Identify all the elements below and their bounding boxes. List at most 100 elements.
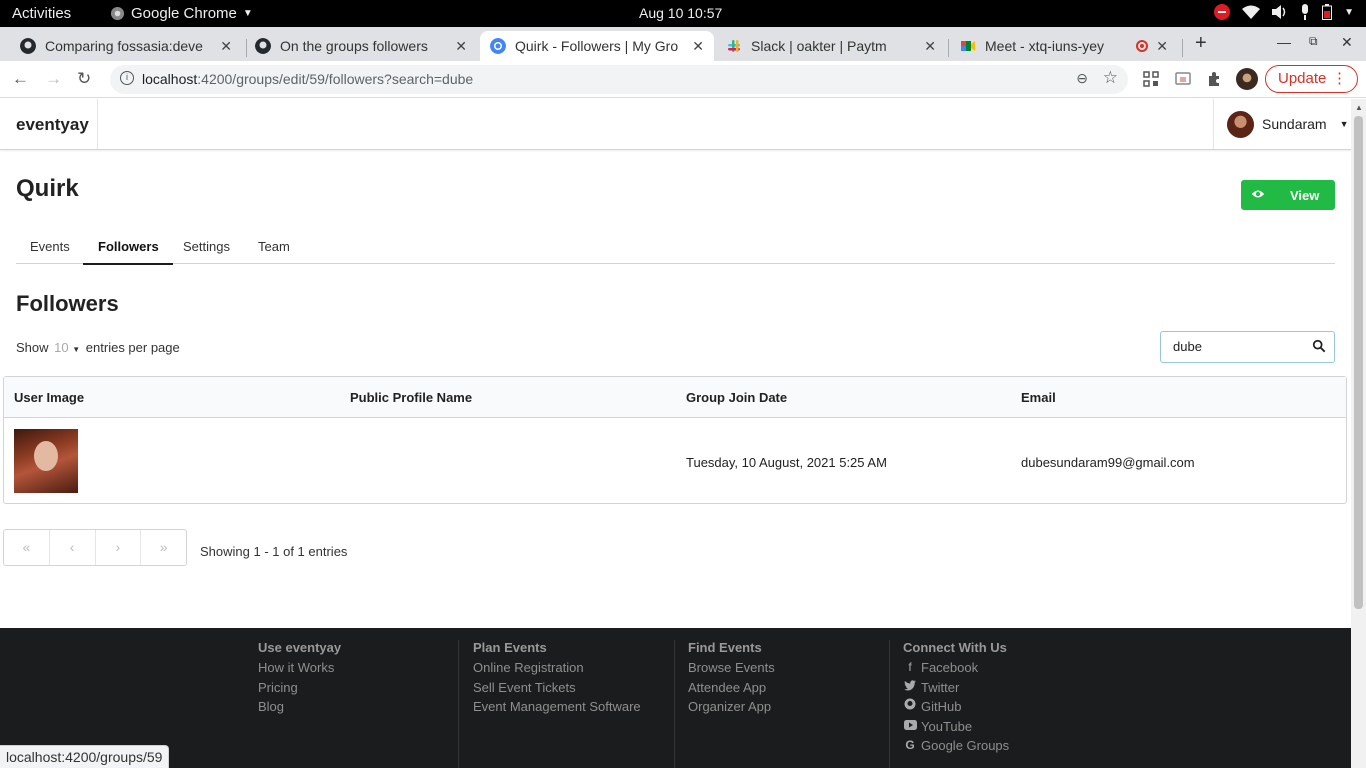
footer-link-youtube[interactable]: YouTube [903,717,1009,737]
app-menu[interactable]: Google Chrome ▼ [110,5,253,22]
tab-settings[interactable]: Settings [183,239,230,254]
email: dubesundaram99@gmail.com [1021,455,1195,470]
update-button[interactable]: Update ⋮ [1265,65,1358,93]
footer-link[interactable]: How it Works [258,658,341,678]
search-icon[interactable] [1312,339,1326,353]
github-icon [20,38,36,54]
browser-tab[interactable]: Comparing fossasia:deve ✕ [10,31,242,61]
page-scrollbar[interactable]: ▲ [1351,99,1366,768]
user-menu[interactable]: Sundaram ▼ [1213,99,1351,149]
page-viewport: eventyay Sundaram ▼ Quirk View Events Fo… [0,99,1351,768]
footer-heading: Connect With Us [903,640,1007,655]
close-tab-icon[interactable]: ✕ [220,38,232,55]
extensions-puzzle-icon[interactable] [1207,71,1223,87]
last-page-button[interactable]: » [141,530,186,565]
minimize-window-icon[interactable]: — [1277,34,1291,50]
tab-events[interactable]: Events [30,239,70,254]
chevron-down-icon: ▼ [1339,119,1349,129]
scrollbar-thumb[interactable] [1354,116,1363,609]
tab-followers[interactable]: Followers [83,239,173,265]
footer-heading: Plan Events [473,640,547,655]
footer-column: Plan Events Online Registration Sell Eve… [458,640,641,768]
footer-link[interactable]: Event Management Software [473,697,641,717]
group-tabs: Events Followers Settings Team [16,234,1335,265]
column-header[interactable]: User Image [14,390,84,405]
first-page-button[interactable]: « [4,530,50,565]
user-image [14,429,78,493]
browser-tab[interactable]: Slack | oakter | Paytm ✕ [716,31,946,61]
address-bar[interactable]: i localhost:4200/groups/edit/59/follower… [110,65,1128,94]
tab-divider [948,39,949,57]
footer-link-github[interactable]: GitHub [903,697,1009,717]
back-arrow-icon[interactable]: ← [12,69,29,89]
close-tab-icon[interactable]: ✕ [1156,38,1168,55]
footer-link-facebook[interactable]: f Facebook [903,658,1009,678]
footer-link[interactable]: Attendee App [688,678,775,698]
cast-icon[interactable] [1175,71,1191,87]
previous-page-button[interactable]: ‹ [50,530,96,565]
footer-link[interactable]: Browse Events [688,658,775,678]
tab-title: Meet - xtq-iuns-yey [985,38,1105,54]
chevron-down-icon: ▼ [72,345,81,354]
view-button[interactable]: View [1241,180,1335,210]
url-text[interactable]: localhost:4200/groups/edit/59/followers?… [142,71,473,87]
close-tab-icon[interactable]: ✕ [692,38,704,55]
profile-avatar[interactable] [1236,68,1258,90]
footer-link-twitter[interactable]: Twitter [903,678,1009,698]
bookmark-star-icon[interactable]: ☆ [1103,68,1118,88]
page-title: Quirk [16,175,79,202]
pagination: « ‹ › » [3,529,187,566]
column-header[interactable]: Group Join Date [686,390,787,405]
section-title: Followers [16,291,119,316]
activities-button[interactable]: Activities [12,5,71,22]
next-page-button[interactable]: › [96,530,142,565]
site-info-icon[interactable]: i [120,71,134,85]
scroll-up-icon[interactable]: ▲ [1355,103,1363,112]
zoom-icon[interactable]: ⊖ [1076,70,1088,87]
footer-link[interactable]: Sell Event Tickets [473,678,641,698]
youtube-icon [903,717,917,737]
entries-per-page: Show 10 ▼ entries per page [16,340,180,355]
system-tray[interactable]: ▼ [1214,4,1354,20]
footer-link[interactable]: Online Registration [473,658,641,678]
close-window-icon[interactable]: ✕ [1341,34,1353,51]
show-label: Show [16,340,49,355]
search-input[interactable] [1173,339,1308,354]
brand-logo[interactable]: eventyay [0,99,98,149]
site-footer: Use eventyay How it Works Pricing Blog P… [0,628,1351,768]
column-header[interactable]: Public Profile Name [350,390,472,405]
footer-link-google-groups[interactable]: G Google Groups [903,736,1009,756]
tab-team[interactable]: Team [258,239,290,254]
footer-link[interactable]: Organizer App [688,697,775,717]
qr-code-icon[interactable] [1143,71,1159,87]
clock[interactable]: Aug 10 10:57 [639,5,722,21]
footer-link[interactable]: Pricing [258,678,341,698]
browser-tab[interactable]: Meet - xtq-iuns-yey ✕ [950,31,1178,61]
search-field[interactable] [1160,331,1335,363]
footer-link[interactable]: Blog [258,697,341,717]
system-menu-chevron-icon: ▼ [1344,6,1354,18]
github-icon [903,697,917,717]
update-label: Update [1278,70,1327,87]
recording-icon [1136,40,1149,52]
browser-tab-active[interactable]: Quirk - Followers | My Gro ✕ [480,31,714,61]
do-not-disturb-icon [1214,4,1231,20]
more-menu-icon[interactable]: ⋮ [1332,66,1347,92]
link-status-bar: localhost:4200/groups/59 [0,745,170,768]
eye-icon [1251,190,1265,198]
chromium-icon [490,38,506,54]
app-name: Google Chrome [131,5,237,22]
reload-icon[interactable]: ↻ [77,69,91,89]
per-page-select[interactable]: 10 ▼ [54,340,80,355]
browser-tab[interactable]: On the groups followers ✕ [245,31,477,61]
new-tab-button[interactable]: + [1195,32,1207,55]
table-header: User Image Public Profile Name Group Joi… [4,377,1346,418]
close-tab-icon[interactable]: ✕ [455,38,467,55]
facebook-icon: f [908,660,912,674]
column-header[interactable]: Email [1021,390,1056,405]
meet-icon [961,41,975,51]
forward-arrow-icon[interactable]: → [45,69,62,89]
battery-icon [1322,4,1333,20]
restore-window-icon[interactable]: ⧉ [1309,34,1318,49]
close-tab-icon[interactable]: ✕ [924,38,936,55]
